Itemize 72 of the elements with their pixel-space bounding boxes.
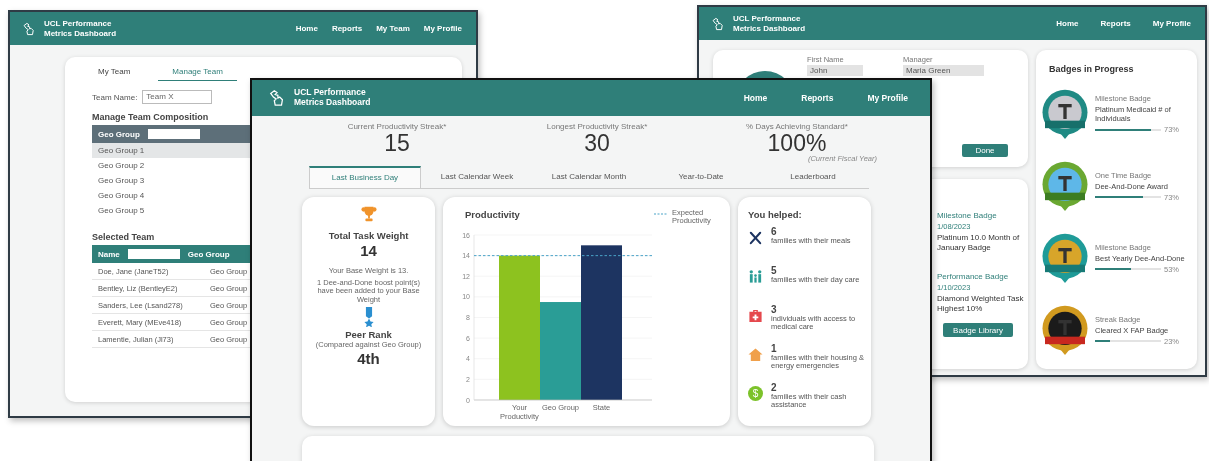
table-row[interactable]: Geo Group 5	[92, 203, 250, 218]
helped-count: 1	[771, 342, 778, 354]
progress-bar	[1095, 128, 1161, 131]
stat-label: Longest Productivity Streak*	[546, 122, 648, 131]
badge-library-button[interactable]: Badge Library	[943, 323, 1013, 338]
helped-count: 5	[771, 264, 778, 276]
profile-field[interactable]: Maria Green	[903, 65, 984, 76]
table-row[interactable]: Geo Group 4	[92, 188, 250, 203]
app-title: UCL Performance Metrics Dashboard	[733, 14, 807, 33]
nav-link[interactable]: My Profile	[1152, 19, 1191, 28]
badge-type: Performance Badge	[937, 272, 1010, 282]
legend-line-icon	[654, 211, 668, 216]
nav-link[interactable]: My Profile	[867, 93, 908, 103]
nav-link[interactable]: Reports	[1100, 19, 1131, 28]
card-title: Badges in Progress	[1049, 64, 1135, 74]
field-label: Team Name:	[92, 92, 138, 102]
done-button[interactable]: Done	[962, 144, 1008, 157]
state-outline-icon	[268, 89, 286, 107]
card-title: Total Task Weight	[328, 229, 409, 241]
tab[interactable]: Year-to-Date	[645, 165, 757, 188]
column-header: Geo Group	[98, 129, 140, 139]
profile-field[interactable]: John	[807, 65, 863, 76]
team-name-field[interactable]: Team X	[142, 90, 213, 104]
app-title: UCL Performance Metrics Dashboard	[44, 19, 118, 38]
helped-count: 6	[771, 225, 778, 237]
chart-title: Productivity	[465, 208, 520, 222]
tab[interactable]: Last Calendar Month	[533, 165, 645, 188]
helped-count: 3	[771, 303, 778, 315]
stat-value: 30	[584, 131, 610, 156]
trophy-icon	[359, 204, 378, 223]
nav-link[interactable]: Home	[295, 24, 318, 33]
badge-icon	[1040, 231, 1090, 285]
filter-field[interactable]	[147, 129, 200, 139]
table-row[interactable]: Geo Group 1	[92, 143, 250, 158]
dollar-icon: $	[748, 385, 763, 401]
tab[interactable]: Leaderboard	[757, 165, 869, 188]
badge-name: Platinum 10.0 Month of January Badge	[937, 233, 1021, 253]
task-weight-value: 14	[360, 242, 377, 260]
badge-icon	[1040, 87, 1090, 141]
column-header: Name	[98, 249, 120, 259]
card-title: You helped:	[748, 208, 803, 220]
app-title: UCL Performance Metrics Dashboard	[294, 88, 372, 108]
stat-label: % Days Achieving Standard*	[746, 122, 848, 131]
section-title: Manage Team Composition	[92, 112, 209, 122]
nav-link[interactable]: Reports	[801, 93, 834, 103]
stat-value: 100%	[767, 131, 827, 156]
nav-link[interactable]: Home	[1056, 19, 1079, 28]
nav-link[interactable]: Home	[743, 93, 768, 103]
table-row[interactable]: Geo Group 2	[92, 158, 250, 173]
nav-link[interactable]: Reports	[331, 24, 363, 33]
section-title: Selected Team	[92, 232, 155, 242]
nav-link[interactable]: My Team	[376, 24, 410, 33]
table-row[interactable]: Geo Group 3	[92, 173, 250, 188]
tab[interactable]: Manage Team	[158, 65, 237, 81]
nav-link[interactable]: My Profile	[423, 24, 462, 33]
badge-name: Diamond Weighted Task Highest 10%	[937, 294, 1025, 314]
peer-rank-value: 4th	[357, 351, 380, 368]
state-outline-icon	[22, 21, 36, 36]
stat-value: 15	[384, 131, 410, 156]
filter-field[interactable]	[127, 249, 180, 259]
tab[interactable]: Last Calendar Week	[421, 165, 533, 188]
badge-icon	[1040, 159, 1090, 213]
state-outline-icon	[711, 16, 725, 31]
helped-count: 2	[771, 381, 778, 393]
medal-icon	[362, 306, 375, 327]
tab[interactable]: My Team	[92, 65, 137, 81]
tab[interactable]: Last Business Day	[309, 165, 421, 188]
badge-type: Milestone Badge	[937, 211, 998, 220]
stat-label: Current Productivity Streak*	[347, 122, 447, 131]
card-title: Peer Rank	[345, 328, 392, 340]
column-header: Geo Group	[187, 249, 230, 259]
badge-icon	[1040, 303, 1090, 357]
